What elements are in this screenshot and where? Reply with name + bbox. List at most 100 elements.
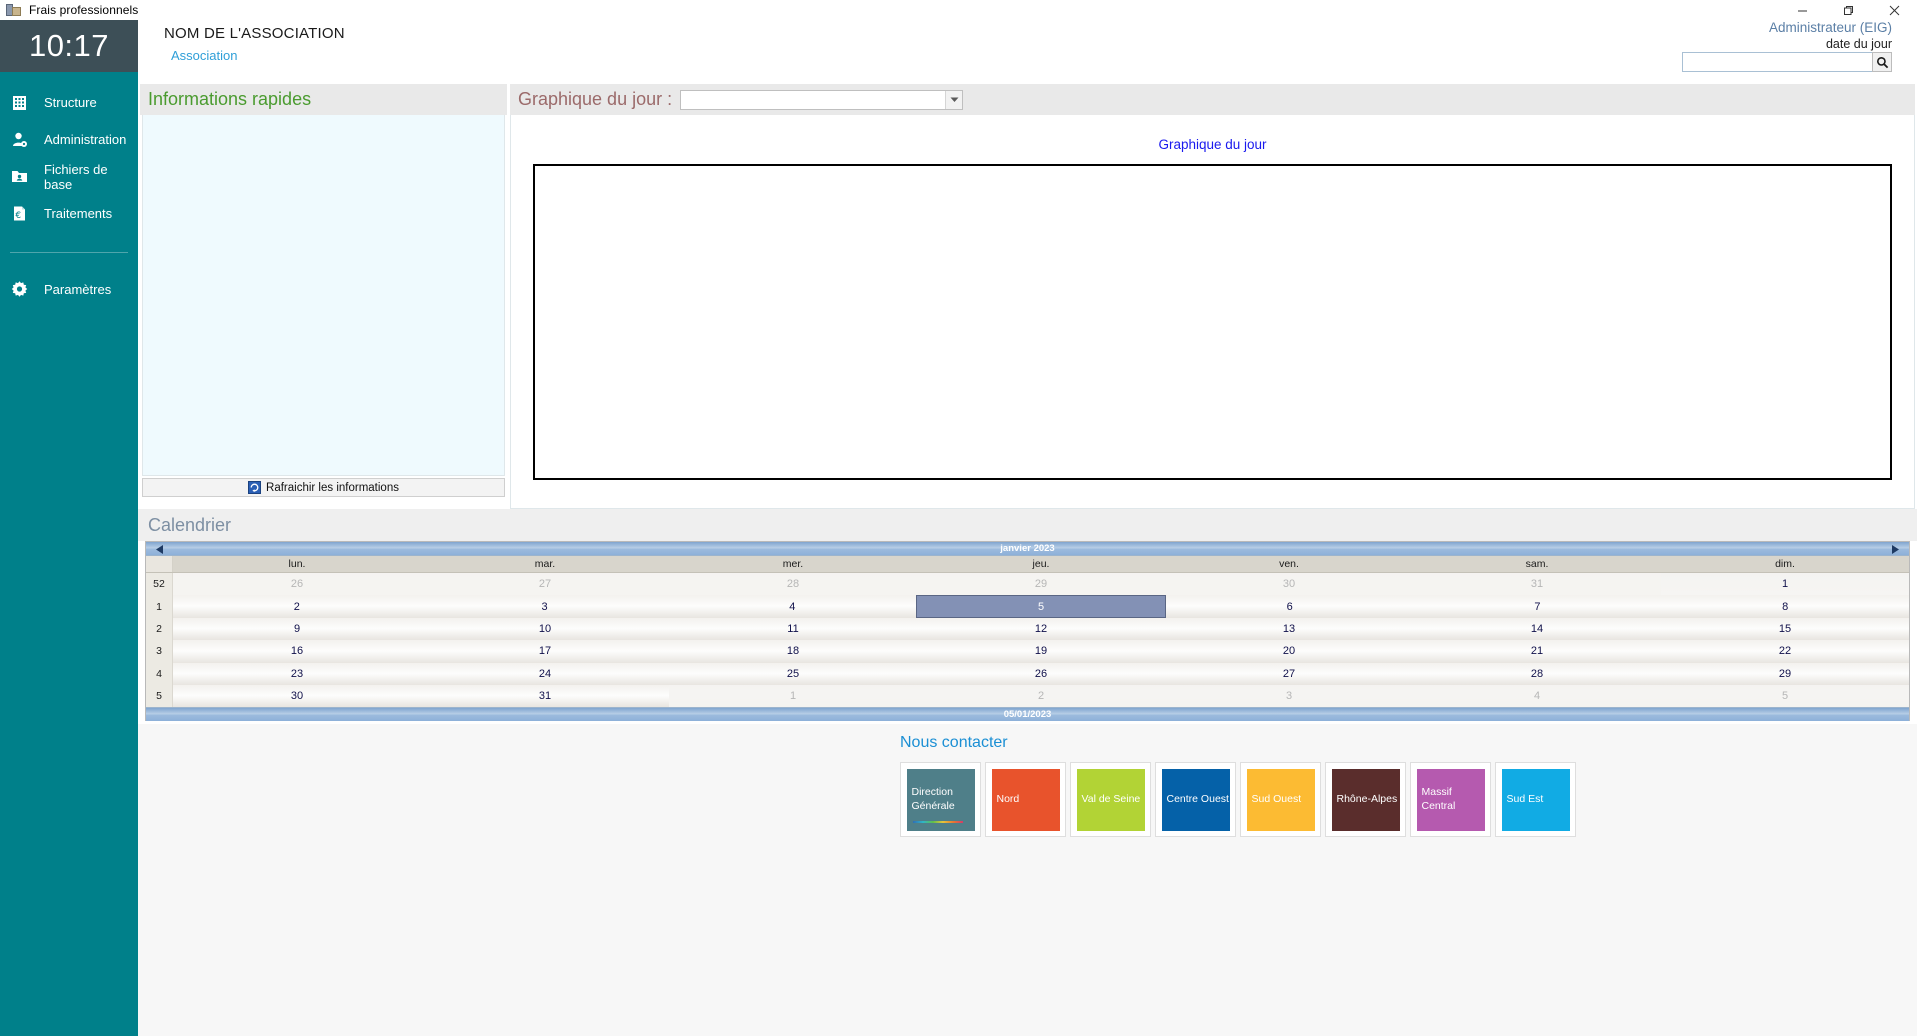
calendar-title: Calendrier: [148, 514, 232, 535]
clock-panel: 10:17: [0, 20, 138, 72]
calendar-day-cell[interactable]: 1: [669, 684, 917, 708]
calendar-day-cell[interactable]: 25: [669, 663, 917, 685]
sidebar-item-parametres[interactable]: Paramètres: [0, 271, 138, 308]
calendar-day-cell[interactable]: 4: [1413, 684, 1661, 708]
calendar-day-cell[interactable]: 1: [1661, 573, 1909, 595]
chart-panel-body: Graphique du jour: [510, 115, 1915, 509]
contact-tile[interactable]: Centre Ouest: [1155, 762, 1236, 837]
close-icon[interactable]: [1871, 0, 1917, 20]
calendar-section: Calendrier janvier 2023 lun. mar. mer. j…: [138, 509, 1917, 724]
calendar-day-cell[interactable]: 29: [1661, 663, 1909, 685]
sidebar-item-administration[interactable]: Administration: [0, 121, 138, 158]
calendar-day-cell[interactable]: 18: [669, 640, 917, 662]
calendar-day-cell[interactable]: 6: [1166, 595, 1414, 617]
calendar-day-cell[interactable]: 23: [173, 663, 421, 685]
calendar-widget: janvier 2023 lun. mar. mer. jeu. ven. sa…: [145, 541, 1910, 722]
calendar-day-cell[interactable]: 24: [421, 663, 669, 685]
calendar-day-cell[interactable]: 14: [1413, 618, 1661, 640]
contact-tile[interactable]: Sud Ouest: [1240, 762, 1321, 837]
calendar-day-cell[interactable]: 21: [1413, 640, 1661, 662]
contact-tile-stripe: [912, 820, 963, 823]
building-icon: [4, 94, 34, 111]
search-icon[interactable]: [1872, 52, 1892, 72]
calendar-day-cell[interactable]: 28: [1413, 663, 1661, 685]
calendar-week-col-header: [146, 556, 173, 572]
calendar-day-cell[interactable]: 31: [1413, 573, 1661, 596]
triangle-right-icon[interactable]: [1884, 542, 1906, 556]
calendar-day-cell[interactable]: 3: [421, 595, 669, 617]
user-gear-icon: [4, 131, 34, 148]
calendar-week-number: 1: [146, 595, 173, 618]
calendar-day-cell[interactable]: 22: [1661, 640, 1909, 662]
calendar-day-cell[interactable]: 7: [1414, 595, 1662, 617]
contact-tile[interactable]: Massif Central: [1410, 762, 1491, 837]
calendar-day-cell[interactable]: 26: [917, 663, 1165, 685]
calendar-day-cell[interactable]: 4: [668, 595, 916, 617]
calendar-day-cell[interactable]: 5: [1661, 684, 1909, 708]
quick-info-title: Informations rapides: [148, 89, 312, 109]
calendar-day-header: sam.: [1525, 558, 1549, 570]
calendar-week-number: 2: [146, 617, 173, 641]
maximize-icon[interactable]: [1825, 0, 1871, 20]
sidebar-item-traitements[interactable]: € Traitements: [0, 195, 138, 232]
contact-tile[interactable]: Nord: [985, 762, 1066, 837]
current-user-label: Administrateur (EIG): [1768, 20, 1892, 35]
calendar-day-header: mar.: [534, 558, 556, 570]
contact-tile-label: Nord: [996, 792, 1020, 805]
window-title: Frais professionnels: [29, 3, 139, 17]
sidebar-nav: Structure Administration Fichiers de bas…: [0, 72, 138, 308]
search-input[interactable]: [1682, 52, 1872, 72]
chevron-down-icon[interactable]: [945, 90, 963, 109]
calendar-day-cell[interactable]: 30: [1165, 573, 1413, 596]
calendar-day-cell[interactable]: 8: [1661, 595, 1909, 617]
calendar-day-cell[interactable]: 16: [173, 640, 421, 662]
calendar-day-cell[interactable]: 9: [173, 618, 421, 640]
refresh-info-button[interactable]: Rafraichir les informations: [142, 478, 505, 497]
chart-plot-area: [533, 164, 1892, 480]
calendar-day-cell[interactable]: 19: [917, 640, 1165, 662]
calendar-day-cell[interactable]: 10: [421, 618, 669, 640]
calendar-week-row: 3 16 17 18 19 20 21 22: [146, 640, 1909, 663]
contact-tile-swatch: Sud Est: [1501, 768, 1570, 831]
quick-info-panel: Informations rapides Rafraichir les info…: [140, 84, 507, 509]
contact-tile-swatch: Centre Ouest: [1161, 768, 1230, 831]
calendar-day-cell[interactable]: 13: [1165, 618, 1413, 640]
calendar-selected-date: 05/01/2023: [1003, 709, 1052, 721]
sidebar-divider: [10, 252, 128, 253]
sidebar-item-label: Paramètres: [44, 282, 112, 297]
calendar-day-cell[interactable]: 2: [173, 595, 421, 617]
calendar-week-number: 52: [146, 573, 173, 596]
calendar-day-cell[interactable]: 31: [421, 685, 669, 707]
chart-panel-title: Graphique du jour :: [518, 89, 673, 109]
contact-tile[interactable]: Rhône-Alpes: [1325, 762, 1406, 837]
calendar-day-cell[interactable]: 29: [917, 573, 1165, 596]
sidebar-item-fichiers-de-base[interactable]: Fichiers de base: [0, 158, 138, 195]
chart-select[interactable]: [680, 89, 964, 110]
association-subtitle[interactable]: Association: [171, 48, 237, 63]
sidebar-item-structure[interactable]: Structure: [0, 84, 138, 121]
calendar-day-cell[interactable]: 27: [1165, 663, 1413, 685]
calendar-week-row: 5 30 31 1 2 3 4 5: [146, 684, 1909, 708]
chart-panel-header: Graphique du jour :: [510, 84, 1915, 115]
calendar-day-cell[interactable]: 12: [917, 618, 1165, 640]
calendar-day-cell[interactable]: 20: [1165, 640, 1413, 662]
sidebar-item-label: Fichiers de base: [44, 161, 108, 192]
calendar-day-cell[interactable]: 3: [1165, 684, 1413, 708]
calendar-day-cell[interactable]: 28: [669, 573, 917, 596]
contact-tile[interactable]: Val de Seine: [1070, 762, 1151, 837]
contact-tile-label: Val de Seine: [1081, 792, 1141, 805]
contact-tile[interactable]: Direction Générale: [900, 762, 981, 837]
contact-tiles: Direction Générale Nord Val de Seine Centre…: [900, 762, 1576, 837]
calendar-day-cell[interactable]: 11: [669, 618, 917, 640]
quick-info-header: Informations rapides: [140, 84, 507, 115]
calendar-day-cell[interactable]: 27: [421, 573, 669, 596]
calendar-day-cell[interactable]: 17: [421, 640, 669, 662]
calendar-day-selected[interactable]: 5: [916, 595, 1166, 618]
minimize-icon[interactable]: [1779, 0, 1825, 20]
calendar-day-cell[interactable]: 2: [917, 684, 1165, 708]
calendar-day-cell[interactable]: 30: [173, 685, 421, 707]
contact-tile[interactable]: Sud Est: [1495, 762, 1576, 837]
calendar-day-cell[interactable]: 26: [173, 573, 421, 596]
triangle-left-icon[interactable]: [149, 542, 171, 556]
calendar-day-cell[interactable]: 15: [1661, 618, 1909, 640]
